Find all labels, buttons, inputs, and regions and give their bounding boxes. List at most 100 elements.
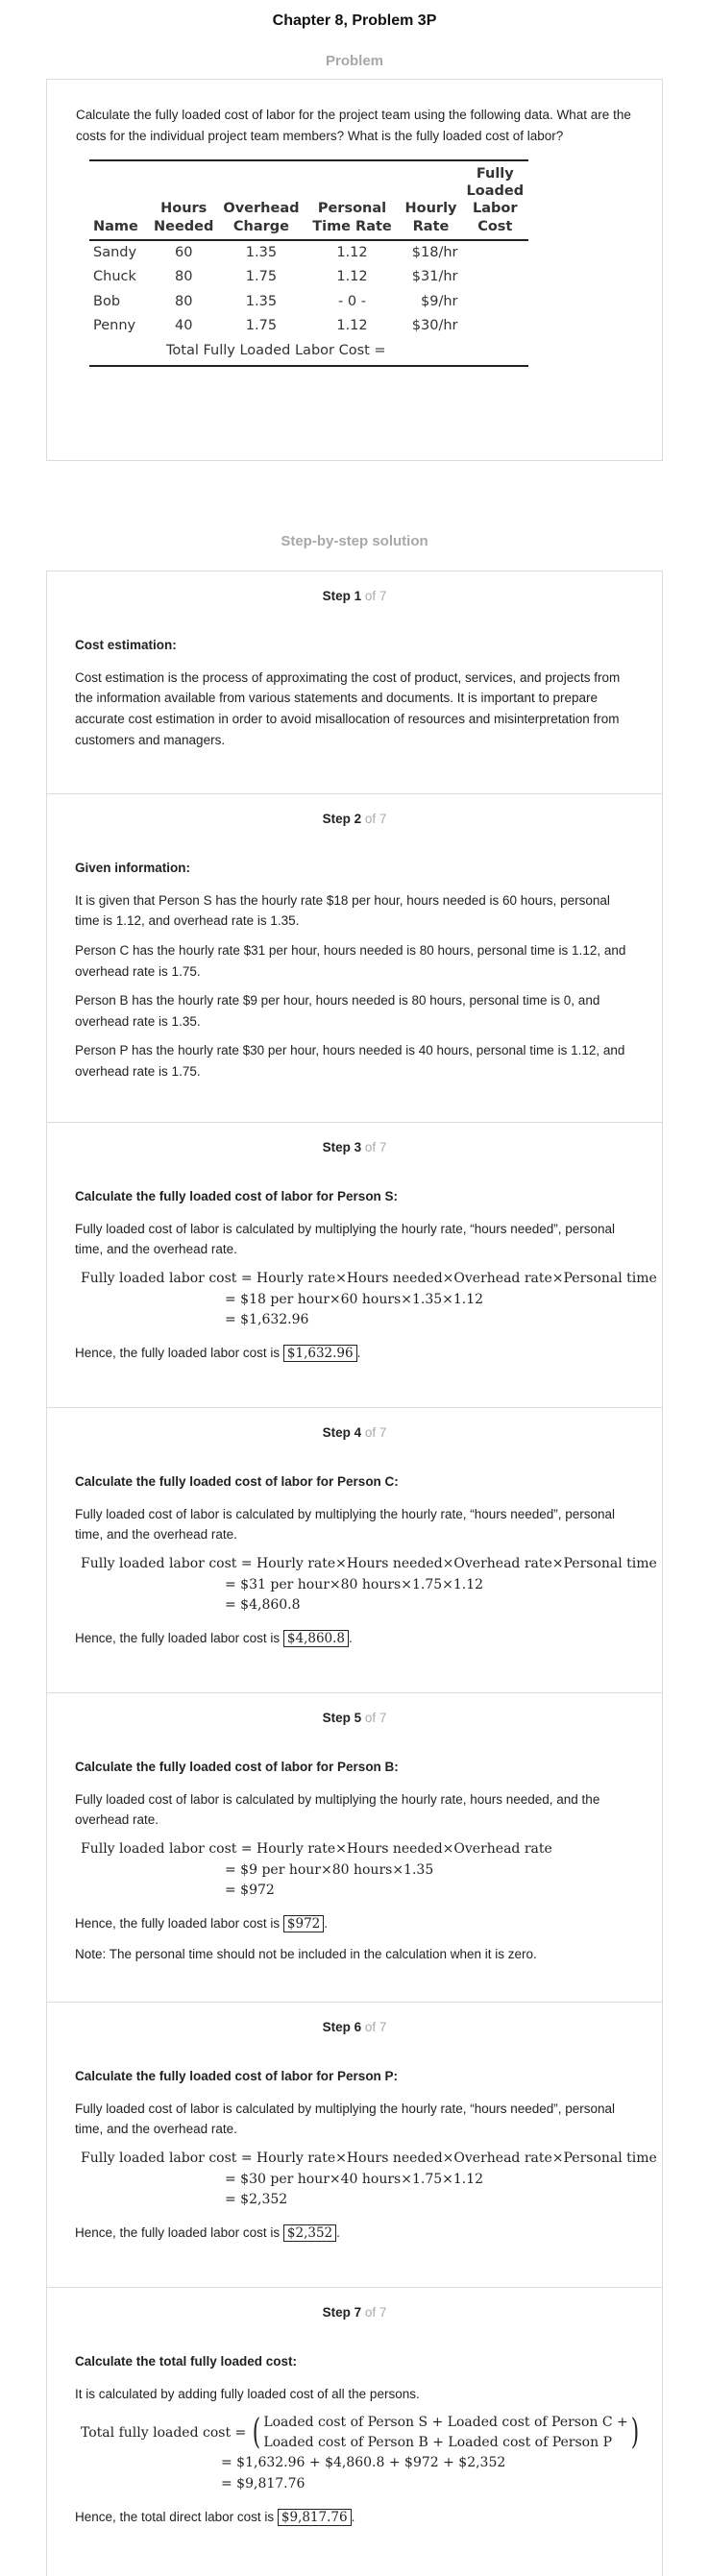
step-1: Step 1 of 7 Cost estimation: Cost estima… <box>47 571 662 794</box>
formula-line: Fully loaded labor cost = Hourly rate×Ho… <box>81 1841 552 1858</box>
step-paragraph: It is given that Person S has the hourly… <box>75 892 610 929</box>
table-cell: 40 <box>174 318 193 334</box>
solution-section-label: Step-by-step solution <box>281 533 428 549</box>
solution-card: Step 1 of 7 Cost estimation: Cost estima… <box>46 571 663 2576</box>
step-paragraph: It is calculated by adding fully loaded … <box>75 2386 420 2401</box>
formula: Fully loaded labor cost = Hourly rate×Ho… <box>81 1554 657 1616</box>
table-header-hourly-rate: Hourly Rate <box>400 159 462 241</box>
formula-line: = $9,817.76 <box>221 2476 306 2492</box>
table-cell: 1.35 <box>245 293 278 309</box>
answer-box: $4,860.8 <box>282 1630 350 1648</box>
page-title: Chapter 8, Problem 3P <box>272 12 437 29</box>
conclusion: Hence, the fully loaded labor cost is $4… <box>75 1630 353 1648</box>
total-label: Total Fully Loaded Labor Cost = <box>149 338 529 367</box>
step-header: Step 3 of 7 <box>322 1140 387 1154</box>
step-paragraph: Fully loaded cost of labor is calculated… <box>75 1791 600 1828</box>
step-title: Cost estimation: <box>75 637 177 652</box>
step-header: Step 2 of 7 <box>322 812 387 826</box>
problem-section-label: Problem <box>325 53 383 69</box>
step-note: Note: The personal time should not be in… <box>75 1946 537 1961</box>
answer-box: $1,632.96 <box>282 1345 357 1363</box>
formula: Total fully loaded cost = ( Loaded cost … <box>81 2413 639 2494</box>
step-title: Calculate the fully loaded cost of labor… <box>75 1188 399 1203</box>
formula-line: = $31 per hour×80 hours×1.75×1.12 <box>225 1576 484 1592</box>
step-6: Step 6 of 7 Calculate the fully loaded c… <box>47 2003 662 2288</box>
table-total-row: Total Fully Loaded Labor Cost = <box>89 338 529 367</box>
table-cell: $31/hr <box>411 269 458 285</box>
step-paragraph: Person C has the hourly rate $31 per hou… <box>75 943 626 979</box>
step-5: Step 5 of 7 Calculate the fully loaded c… <box>47 1693 662 2003</box>
table-header-hours: Hours Needed <box>149 159 219 241</box>
formula-line: = $9 per hour×80 hours×1.35 <box>225 1861 434 1878</box>
formula: Fully loaded labor cost = Hourly rate×Ho… <box>81 2149 657 2211</box>
step-paragraph: Fully loaded cost of labor is calculated… <box>75 1221 616 1257</box>
step-2: Step 2 of 7 Given information: It is giv… <box>47 794 662 1123</box>
formula-line: Loaded cost of Person B + Loaded cost of… <box>263 2435 612 2451</box>
formula-line: Fully loaded labor cost = Hourly rate×Ho… <box>81 1556 657 1572</box>
step-title: Calculate the fully loaded cost of labor… <box>75 1759 399 1774</box>
table-cell: 60 <box>174 244 193 260</box>
conclusion: Hence, the total direct labor cost is $9… <box>75 2508 355 2526</box>
step-title: Calculate the fully loaded cost of labor… <box>75 1473 399 1489</box>
table-row: Bob 80 1.35 - 0 - $9/hr <box>89 290 528 315</box>
problem-text: Calculate the fully loaded cost of labor… <box>76 108 631 143</box>
step-title: Calculate the fully loaded cost of labor… <box>75 2068 399 2083</box>
table-header-loaded-cost: Fully Loaded Labor Cost <box>461 159 529 241</box>
table-cell: $9/hr <box>421 293 458 309</box>
conclusion: Hence, the fully loaded labor cost is $9… <box>75 1915 329 1933</box>
table-cell: 1.12 <box>336 244 368 260</box>
table-cell: $18/hr <box>411 244 458 260</box>
answer-box: $2,352 <box>282 2224 337 2243</box>
labor-table: Name Hours Needed Overhead Charge Person… <box>89 159 529 367</box>
formula-line: Fully loaded labor cost = Hourly rate×Ho… <box>81 1271 657 1287</box>
step-header: Step 5 of 7 <box>322 1711 387 1725</box>
table-header-name: Name <box>89 159 149 241</box>
step-header: Step 4 of 7 <box>322 1425 387 1440</box>
table-cell: Bob <box>93 293 121 309</box>
step-header: Step 1 of 7 <box>322 589 387 603</box>
formula-line: = $30 per hour×40 hours×1.75×1.12 <box>225 2171 484 2187</box>
table-cell: Penny <box>93 318 136 334</box>
formula: Fully loaded labor cost = Hourly rate×Ho… <box>81 1839 634 1902</box>
table-row: Chuck 80 1.75 1.12 $31/hr <box>89 265 528 290</box>
table-row: Penny 40 1.75 1.12 $30/hr <box>89 314 528 339</box>
table-cell: - 0 - <box>338 293 366 309</box>
step-paragraph: Fully loaded cost of labor is calculated… <box>75 1506 616 1543</box>
step-4: Step 4 of 7 Calculate the fully loaded c… <box>47 1408 662 1693</box>
problem-card: Calculate the fully loaded cost of labor… <box>46 79 663 461</box>
table-cell: Sandy <box>93 244 137 260</box>
step-paragraph: Person B has the hourly rate $9 per hour… <box>75 993 600 1029</box>
table-header-overhead: Overhead Charge <box>218 159 305 241</box>
step-paragraph: Fully loaded cost of labor is calculated… <box>75 2101 616 2137</box>
step-header: Step 6 of 7 <box>322 2020 387 2034</box>
conclusion: Hence, the fully loaded labor cost is $2… <box>75 2224 340 2243</box>
step-3: Step 3 of 7 Calculate the fully loaded c… <box>47 1123 662 1408</box>
table-cell: 80 <box>174 293 193 309</box>
formula-line: = $18 per hour×60 hours×1.35×1.12 <box>225 1291 484 1307</box>
step-paragraph: Person P has the hourly rate $30 per hou… <box>75 1043 625 1079</box>
table-cell: 1.75 <box>245 318 278 334</box>
formula-parenthesis: ( Loaded cost of Person S + Loaded cost … <box>253 2413 640 2453</box>
table-row: Sandy 60 1.35 1.12 $18/hr <box>89 240 528 266</box>
table-cell: Chuck <box>93 269 136 285</box>
formula-line: Total fully loaded cost = ( Loaded cost … <box>81 2413 639 2453</box>
formula-line: = $972 <box>225 1883 275 1899</box>
step-paragraph: Cost estimation is the process of approx… <box>75 669 621 747</box>
table-cell: 1.35 <box>245 244 278 260</box>
table-cell: 80 <box>174 269 193 285</box>
answer-box: $9,817.76 <box>277 2508 352 2526</box>
table-cell: 1.12 <box>336 318 368 334</box>
conclusion: Hence, the fully loaded labor cost is $1… <box>75 1345 361 1363</box>
formula-line: Fully loaded labor cost = Hourly rate×Ho… <box>81 2151 657 2167</box>
table-cell <box>462 290 529 315</box>
step-title: Calculate the total fully loaded cost: <box>75 2353 298 2369</box>
step-7: Step 7 of 7 Calculate the total fully lo… <box>47 2288 662 2576</box>
table-cell <box>462 265 529 290</box>
formula-line: = $4,860.8 <box>225 1597 301 1614</box>
table-cell <box>462 314 529 339</box>
formula: Fully loaded labor cost = Hourly rate×Ho… <box>81 1269 657 1331</box>
step-title: Given information: <box>75 860 191 875</box>
table-cell <box>462 240 529 266</box>
table-cell: 1.75 <box>245 269 278 285</box>
table-cell: 1.12 <box>336 269 368 285</box>
